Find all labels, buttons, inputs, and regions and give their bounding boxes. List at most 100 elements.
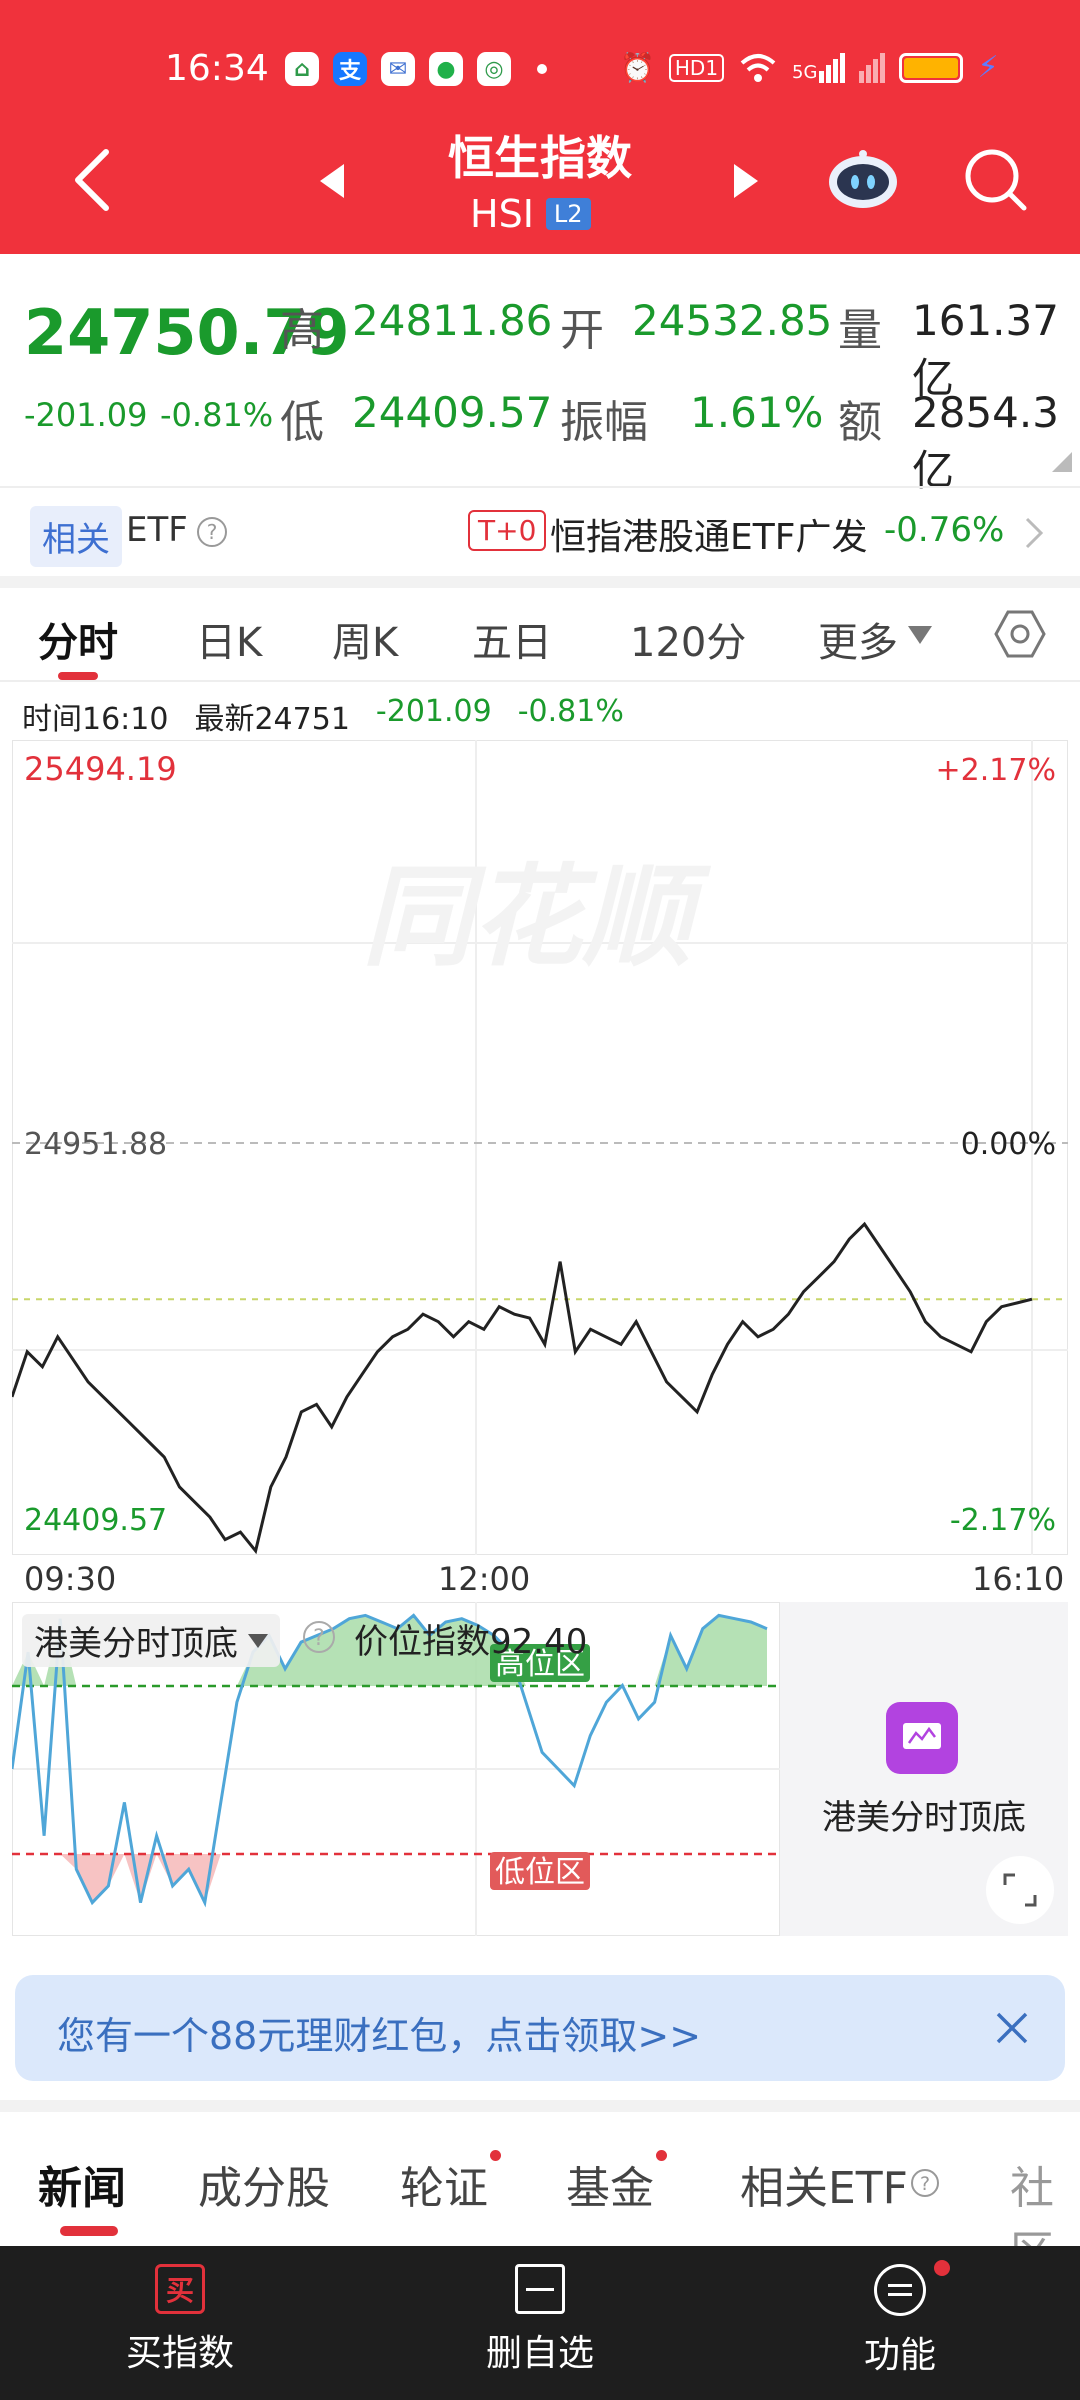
indicator-side-panel[interactable]: 港美分时顶底: [780, 1602, 1068, 1936]
open-value: 24532.85: [632, 296, 833, 345]
help-icon[interactable]: ?: [910, 2168, 940, 2198]
tab-warrants[interactable]: 轮证: [400, 2152, 488, 2216]
chart-info-row: 时间16:10 最新24751 -201.09 -0.81%: [22, 694, 624, 738]
promo-text: 您有一个88元理财红包，点击领取>>: [57, 2014, 702, 2058]
high-value: 24811.86: [352, 296, 553, 345]
etf-label: ETF: [126, 510, 188, 550]
signal-5g-icon: 5G: [792, 52, 846, 83]
help-icon[interactable]: ?: [196, 516, 228, 548]
x-tick-mid: 12:00: [438, 1560, 531, 1598]
index-code-row: HSI L2: [470, 192, 591, 236]
tab-more[interactable]: 更多: [818, 610, 898, 668]
functions-button[interactable]: 功能: [820, 2260, 980, 2384]
tab-daily-k[interactable]: 日K: [196, 610, 262, 668]
notification-dot: [656, 2150, 667, 2161]
y-top-label: 25494.19: [24, 750, 177, 788]
tab-community[interactable]: 社区: [1010, 2152, 1080, 2246]
search-icon[interactable]: [964, 148, 1028, 212]
dropdown-triangle-icon: [248, 1633, 268, 1648]
divider: [0, 680, 1080, 682]
y-ref-label: 24951.88: [24, 1127, 167, 1162]
tab-constituents[interactable]: 成分股: [198, 2152, 330, 2216]
tab-related-etf[interactable]: 相关ETF: [740, 2152, 908, 2216]
hd-icon: HD1: [668, 53, 725, 82]
y-bottom-pct: -2.17%: [950, 1503, 1056, 1538]
amount-value: 2854.3亿: [912, 388, 1059, 495]
tab-weekly-k[interactable]: 周K: [332, 610, 398, 668]
amplitude-label: 振幅: [560, 397, 648, 448]
buy-icon: 买: [155, 2264, 205, 2314]
minus-box-icon: [515, 2264, 565, 2314]
back-icon[interactable]: [70, 148, 114, 212]
intraday-chart[interactable]: 同花顺 25494.19 +2.17% 24951.88 0.00% 24409…: [12, 740, 1068, 1555]
page-title: 恒生指数: [448, 131, 632, 185]
status-icons: ⌂ 支 ✉ ● ◎: [285, 52, 547, 86]
low-zone-label: 低位区: [495, 1855, 585, 1890]
etf-name: 恒指港股通ETF广发: [550, 517, 868, 558]
app-header: 16:34 ⌂ 支 ✉ ● ◎ ⏰ HD1 5G ⚡ 恒生指数 HSI L2: [0, 0, 1080, 254]
fullscreen-icon: [1003, 1873, 1037, 1907]
x-tick-end: 16:10: [972, 1560, 1065, 1598]
alarm-icon: ⏰: [620, 51, 655, 84]
watermark-logo: 同花顺: [362, 853, 712, 981]
related-etf-row[interactable]: 相关 ETF ? T+0 恒指港股通ETF广发 -0.76%: [0, 488, 1080, 580]
charging-icon: ⚡: [977, 50, 999, 85]
indicator-side-title: 港美分时顶底: [822, 1798, 1026, 1838]
buy-index-button[interactable]: 买 买指数: [100, 2264, 260, 2384]
status-time: 16:34: [165, 48, 269, 89]
tab-five-day[interactable]: 五日: [472, 610, 552, 668]
fullscreen-button[interactable]: [986, 1856, 1054, 1924]
help-icon[interactable]: ?: [302, 1620, 336, 1654]
expand-corner-icon[interactable]: [1052, 452, 1072, 472]
volume-label: 量: [838, 305, 882, 356]
leaf-app-icon: ◎: [477, 52, 511, 86]
active-news-indicator: [60, 2226, 118, 2236]
next-index-icon[interactable]: [732, 162, 760, 200]
alipay-icon: 支: [333, 52, 367, 86]
price-change: -201.09: [24, 396, 148, 434]
x-tick-start: 09:30: [24, 1560, 117, 1598]
open-label: 开: [560, 305, 604, 356]
dropdown-triangle-icon: [908, 626, 932, 644]
functions-label: 功能: [863, 2335, 936, 2376]
prev-index-icon[interactable]: [318, 162, 346, 200]
info-latest: 最新24751: [194, 702, 350, 737]
tab-funds[interactable]: 基金: [566, 2152, 654, 2216]
info-change-pct: -0.81%: [517, 694, 624, 729]
etf-change: -0.76%: [884, 510, 1005, 550]
y-top-pct: +2.17%: [936, 753, 1056, 788]
close-icon[interactable]: [995, 2011, 1029, 2045]
price-change-pct: -0.81%: [160, 396, 274, 434]
robot-assistant-icon[interactable]: [826, 150, 900, 210]
indicator-selector[interactable]: 港美分时顶底: [22, 1614, 280, 1667]
dot-icon: [537, 64, 547, 74]
quote-panel: 24750.79 -201.09 -0.81% 高 24811.86 开 245…: [0, 254, 1080, 495]
chevron-right-icon[interactable]: [1024, 516, 1044, 550]
tab-120min[interactable]: 120分: [630, 610, 746, 668]
signal-icon: [859, 52, 886, 83]
y-bottom-label: 24409.57: [24, 1503, 167, 1538]
level-badge: L2: [545, 198, 591, 230]
chart-tabs: 分时 日K 周K 五日 120分 更多: [0, 588, 1080, 680]
tab-intraday[interactable]: 分时: [38, 610, 118, 668]
amount-label: 额: [838, 397, 882, 448]
info-change: -201.09: [375, 694, 492, 729]
y-ref-pct: 0.00%: [961, 1127, 1056, 1162]
tab-news[interactable]: 新闻: [38, 2152, 126, 2216]
svg-text:?: ?: [207, 520, 218, 544]
svg-text:?: ?: [313, 1626, 325, 1651]
info-time: 时间16:10: [22, 702, 169, 737]
remove-watchlist-button[interactable]: 删自选: [460, 2264, 620, 2384]
wechat-icon: ●: [429, 52, 463, 86]
related-tag: 相关: [30, 506, 122, 567]
promo-banner[interactable]: 您有一个88元理财红包，点击领取>>: [15, 1975, 1065, 2081]
news-tabs: 新闻 成分股 轮证 基金 相关ETF ? 社区: [0, 2112, 1080, 2246]
high-label: 高: [280, 305, 324, 356]
bottom-nav: 买 买指数 删自选 功能: [0, 2246, 1080, 2400]
settings-icon[interactable]: [994, 608, 1046, 660]
notification-dot: [490, 2150, 501, 2161]
battery-icon: [899, 52, 964, 83]
price-position-index: 价位指数92.40: [354, 1622, 588, 1662]
notification-dot: [934, 2260, 950, 2276]
app-icon: ✉: [381, 52, 415, 86]
